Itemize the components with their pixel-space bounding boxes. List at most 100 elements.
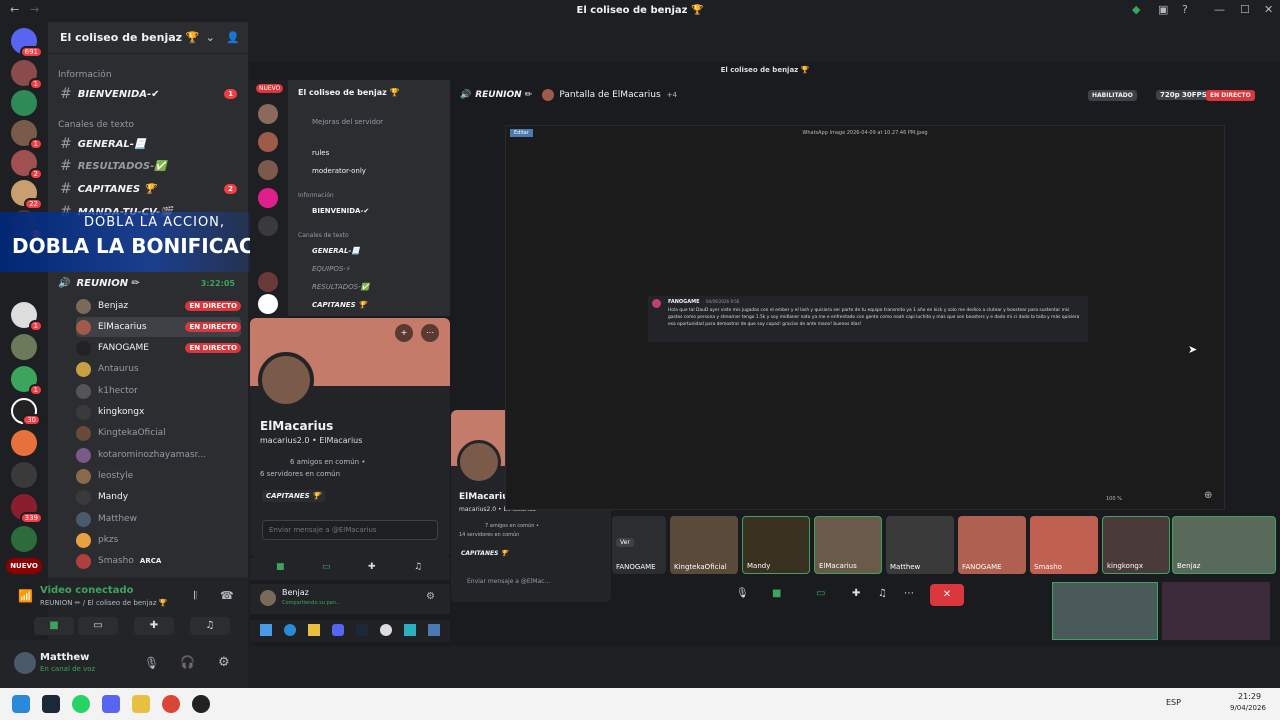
mutual-friends[interactable]: 7 amigos en común •	[485, 523, 539, 529]
clock-date[interactable]: 9/04/2026	[1230, 704, 1266, 712]
voice-user[interactable]: ElMacarius EN DIRECTO	[76, 317, 241, 337]
participant-tile[interactable]: Benjaz	[1172, 516, 1276, 574]
participant-tile[interactable]: kingkongx	[1102, 516, 1170, 574]
inner-channel[interactable]: moderator-only	[312, 167, 366, 175]
edge-icon[interactable]	[284, 624, 296, 636]
participant-tile[interactable]: FANOGAME	[958, 516, 1026, 574]
message-input[interactable]: Enviar mensaje a @ElMac...	[467, 578, 550, 585]
mutual-servers[interactable]: 6 servidores en común	[260, 470, 340, 478]
more-icon[interactable]: ⋯	[904, 588, 914, 599]
inner-channel[interactable]: RESULTADOS-✅	[312, 283, 369, 291]
screenshare-icon[interactable]: ▭	[816, 588, 825, 599]
server-icon[interactable]	[258, 272, 278, 292]
server-icon[interactable]: 22	[11, 180, 43, 210]
server-boost-link[interactable]: Mejoras del servidor	[312, 118, 383, 126]
more-icon[interactable]: ⋯	[421, 324, 439, 342]
participant-tile[interactable]: ElMacarius	[814, 516, 882, 574]
server-icon[interactable]	[11, 90, 37, 116]
server-icon[interactable]: 2	[11, 150, 43, 180]
inner-channel[interactable]: CAPITANES 🏆	[312, 301, 367, 309]
add-friend-icon[interactable]: +	[395, 324, 413, 342]
server-icon[interactable]: 339	[11, 494, 43, 524]
mutual-friends[interactable]: 6 amigos en común •	[290, 458, 365, 466]
inbox-icon[interactable]: ▣	[1158, 3, 1168, 16]
mutual-servers[interactable]: 14 servidores en común	[459, 532, 519, 538]
disconnect-icon[interactable]: ☎	[220, 589, 234, 602]
help-icon[interactable]: ?	[1182, 3, 1188, 16]
obs-icon[interactable]	[192, 695, 210, 713]
voice-channel-reunion[interactable]: 🔊 REUNION ✏ 3:22:05	[58, 273, 243, 293]
voice-user[interactable]: Smasho ARCA	[76, 551, 241, 571]
windows-start-icon[interactable]	[12, 695, 30, 713]
steam-icon[interactable]	[356, 624, 368, 636]
soundboard-button[interactable]: ♫	[190, 617, 230, 635]
gear-icon[interactable]: ⚙	[426, 591, 435, 602]
voice-user[interactable]: leostyle	[76, 466, 241, 486]
voice-user[interactable]: k1hector	[76, 381, 241, 401]
folder-icon[interactable]	[132, 695, 150, 713]
inner-server-name[interactable]: El coliseo de benjaz 🏆	[298, 88, 400, 97]
server-icon[interactable]: 1	[11, 60, 43, 90]
server-icon[interactable]: 1	[11, 302, 43, 332]
inner-channel[interactable]: rules	[312, 149, 329, 157]
chrome-icon[interactable]	[380, 624, 392, 636]
inner-category[interactable]: Canales de texto	[298, 232, 349, 239]
soundboard-icon[interactable]: ♫	[414, 562, 422, 572]
maximize-icon[interactable]: ☐	[1240, 3, 1250, 16]
server-icon[interactable]	[258, 294, 278, 314]
inner-channel[interactable]: BIENVENIDA-✔	[312, 207, 369, 215]
category-text[interactable]: Canales de texto	[58, 120, 134, 130]
voice-user[interactable]: FANOGAME EN DIRECTO	[76, 338, 241, 358]
shared-screen[interactable]: Editar WhatsApp Image 2026-04-09 at 10.2…	[505, 125, 1225, 510]
server-header[interactable]: El coliseo de benjaz 🏆 ⌄ 👤	[48, 22, 248, 54]
leave-call-button[interactable]: ✕	[930, 584, 964, 606]
participant-tile[interactable]: Smasho	[1030, 516, 1098, 574]
server-icon[interactable]: 1	[11, 120, 43, 150]
voice-user[interactable]: Benjaz EN DIRECTO	[76, 296, 241, 316]
chrome-icon[interactable]	[162, 695, 180, 713]
clock-time[interactable]: 21:29	[1238, 692, 1261, 701]
participant-tile[interactable]: Mandy	[742, 516, 810, 574]
add-member-icon[interactable]: 👤	[226, 31, 240, 44]
server-icon[interactable]	[258, 188, 278, 208]
server-icon[interactable]: 30	[11, 398, 41, 426]
server-icon[interactable]	[11, 430, 37, 456]
inner-category[interactable]: Información	[298, 192, 334, 199]
voice-user[interactable]: pkzs	[76, 530, 241, 550]
activities-icon[interactable]: ✚	[852, 588, 860, 599]
app-icon[interactable]	[404, 624, 416, 636]
app-icon[interactable]	[428, 624, 440, 636]
participant-tile[interactable]: Ver FANOGAME	[612, 516, 666, 574]
activities-icon[interactable]: ✚	[368, 562, 376, 572]
camera-icon[interactable]: ■	[276, 562, 285, 572]
gear-icon[interactable]: ⚙	[218, 655, 230, 670]
inner-channel[interactable]: EQUIPOS-⚡	[312, 265, 351, 273]
close-icon[interactable]: ✕	[1264, 3, 1273, 16]
participant-tile[interactable]: Matthew	[886, 516, 954, 574]
category-info[interactable]: Información	[58, 70, 112, 80]
camera-icon[interactable]: ■	[772, 588, 781, 599]
participant-tile[interactable]: KingtekaOficial	[670, 516, 738, 574]
server-icon[interactable]	[258, 104, 278, 124]
headphones-icon[interactable]: 🎧	[180, 655, 195, 669]
message-input[interactable]	[262, 520, 438, 540]
minimize-icon[interactable]: —	[1214, 3, 1225, 16]
activities-button[interactable]: ✚	[134, 617, 174, 635]
voice-user[interactable]: Antaurus	[76, 359, 241, 379]
screenshare-button[interactable]: ▭	[78, 617, 118, 635]
new-server-label[interactable]: NUEVO	[6, 558, 42, 574]
language-indicator[interactable]: ESP	[1166, 698, 1181, 707]
discord-icon[interactable]	[332, 624, 344, 636]
voice-user[interactable]: Mandy	[76, 487, 241, 507]
windows-icon[interactable]	[260, 624, 272, 636]
server-icon[interactable]: 1	[11, 366, 43, 396]
screenshare-icon[interactable]: ▭	[322, 562, 331, 572]
camera-button[interactable]: ■	[34, 617, 74, 635]
voice-user[interactable]: kotarominozhayamasr...	[76, 445, 241, 465]
zoom-icon[interactable]: ⊕	[1204, 490, 1212, 501]
server-icon[interactable]	[258, 216, 278, 236]
server-icon[interactable]	[11, 526, 37, 552]
discord-icon[interactable]	[102, 695, 120, 713]
server-icon[interactable]	[258, 160, 278, 180]
voice-user[interactable]: kingkongx	[76, 402, 241, 422]
